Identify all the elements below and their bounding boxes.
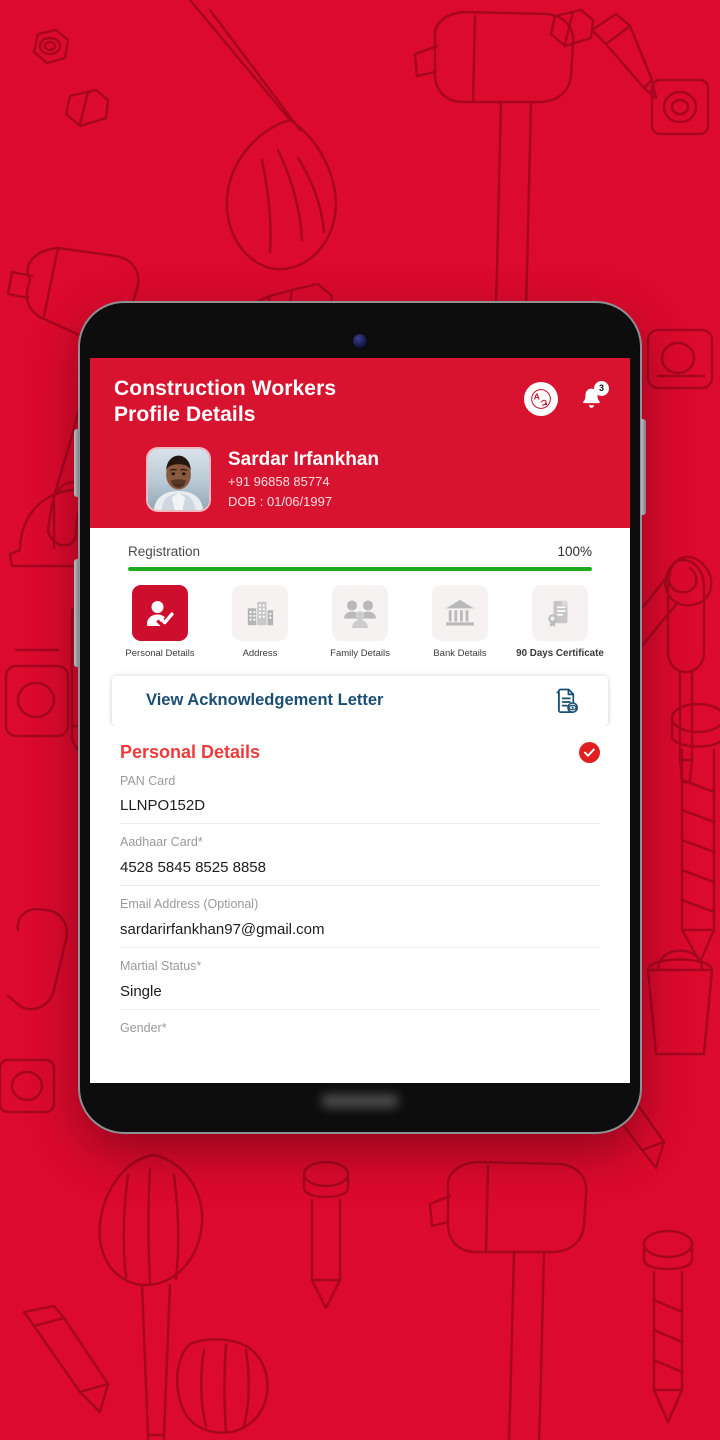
language-translate-icon: A (531, 389, 551, 409)
header-actions: A 3 (524, 376, 609, 416)
field-pan-card[interactable]: PAN Card LLNPO152D (120, 763, 600, 825)
field-label: Martial Status* (120, 958, 202, 973)
tab-label-family-details: Family Details (330, 647, 390, 659)
user-photo (148, 448, 209, 510)
field-value: Single (120, 982, 162, 1000)
field-label: Email Address (Optional) (120, 897, 259, 912)
certificate-icon (548, 600, 568, 627)
header-top-row: Construction Workers Profile Details A 3 (114, 376, 609, 429)
tab-icon-family-details (332, 584, 388, 641)
registration-progress: Registration 100% (90, 527, 630, 571)
avatar[interactable] (146, 446, 211, 512)
field-label: Gender* (120, 1020, 167, 1035)
field-email-address[interactable]: Email Address (Optional) sardarirfankhan… (120, 886, 600, 948)
view-acknowledgement-letter-button[interactable]: View Acknowledgement Letter (112, 675, 608, 726)
acknowledgement-label: View Acknowledgement Letter (146, 691, 384, 710)
tab-icon-personal-details (132, 584, 188, 641)
volume-up-button[interactable] (74, 429, 79, 497)
language-button[interactable]: A (524, 382, 558, 416)
tab-personal-details[interactable]: Personal Details (116, 584, 204, 660)
app-screen: Construction Workers Profile Details A 3… (90, 358, 630, 1083)
personal-details-section: Personal Details PAN Card LLNPO152D Aadh… (90, 725, 630, 1047)
page-title: Construction Workers Profile Details (114, 377, 337, 427)
user-check-icon (147, 600, 174, 626)
phone-device: Construction Workers Profile Details A 3… (74, 301, 646, 1134)
section-tabs: Personal Details Address Family Details … (90, 570, 630, 670)
bank-icon (446, 599, 474, 626)
profile-text: Sardar Irfankhan +91 96858 85774 DOB : 0… (228, 447, 379, 512)
section-title: Personal Details (120, 741, 261, 762)
notifications-button[interactable]: 3 (576, 381, 609, 416)
field-aadhaar-card[interactable]: Aadhaar Card* 4528 5845 8525 8858 (120, 824, 600, 887)
building-icon (247, 601, 274, 625)
profile-dob: DOB : 01/06/1997 (228, 493, 333, 509)
svg-text:A: A (534, 391, 541, 401)
personal-details-header: Personal Details (120, 741, 600, 763)
front-camera-dot (353, 334, 367, 348)
progress-label: Registration (128, 543, 201, 559)
profile-name: Sardar Irfankhan (228, 448, 379, 470)
power-button[interactable] (641, 419, 646, 515)
acknowledgement-wrap: View Acknowledgement Letter (90, 669, 630, 726)
field-value: 4528 5845 8525 8858 (120, 859, 266, 877)
profile-summary: Sardar Irfankhan +91 96858 85774 DOB : 0… (114, 446, 606, 512)
profile-phone: +91 96858 85774 (228, 474, 330, 490)
field-gender[interactable]: Gender* (120, 1010, 600, 1047)
field-martial-status[interactable]: Martial Status* Single (120, 948, 600, 1010)
field-label: PAN Card (120, 773, 176, 788)
home-indicator-bar[interactable] (321, 1094, 399, 1108)
progress-header: Registration 100% (128, 544, 592, 559)
tab-icon-bank-details (432, 584, 488, 641)
field-label: Aadhaar Card* (120, 835, 203, 850)
tab-label-personal-details: Personal Details (125, 647, 195, 659)
tab-bank-details[interactable]: Bank Details (416, 584, 504, 660)
tab-90-days-certificate[interactable]: 90 Days Certificate (516, 584, 604, 660)
progress-percent: 100% (557, 543, 592, 559)
field-value: LLNPO152D (120, 797, 206, 815)
tab-icon-90-days-certificate (532, 584, 588, 641)
document-view-icon (556, 688, 578, 713)
volume-down-button[interactable] (74, 559, 79, 667)
tab-icon-address (232, 584, 288, 641)
field-value: sardarirfankhan97@gmail.com (120, 920, 325, 938)
notification-badge: 3 (594, 381, 609, 396)
tab-family-details[interactable]: Family Details (316, 584, 404, 660)
tab-label-address: Address (242, 647, 278, 659)
family-group-icon (344, 599, 376, 628)
tab-label-90-days-certificate: 90 Days Certificate (516, 647, 604, 659)
status-badge (579, 741, 600, 763)
app-header: Construction Workers Profile Details A 3… (90, 358, 630, 528)
tab-address[interactable]: Address (216, 584, 304, 660)
tab-label-bank-details: Bank Details (433, 647, 487, 659)
check-circle-icon (584, 748, 595, 757)
